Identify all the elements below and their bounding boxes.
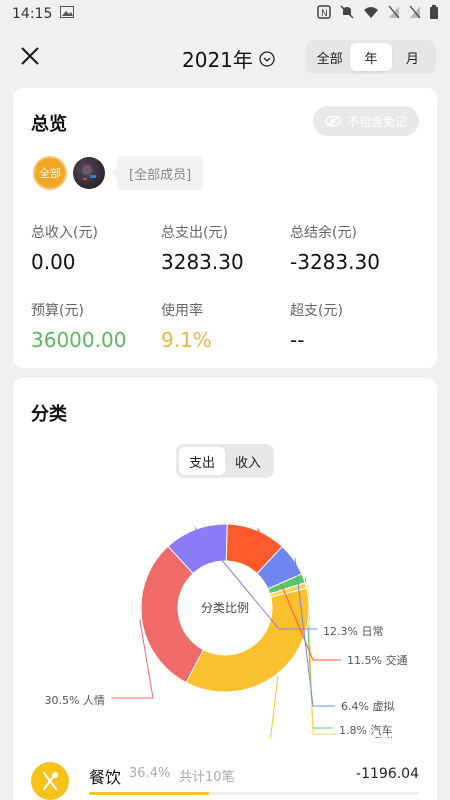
stat-income-value: 0.00: [31, 250, 76, 274]
category-title: 分类: [31, 404, 67, 425]
year-selector[interactable]: 2021年: [182, 44, 275, 73]
signal-icon-2: [409, 5, 421, 23]
battery-icon: [430, 5, 438, 23]
category-progress-fill: [89, 792, 210, 795]
stat-budget-label: 预算(元): [31, 303, 84, 319]
chevron-down-icon: [259, 50, 275, 67]
stat-budget-value: 36000.00: [31, 328, 127, 352]
stat-over-value: --: [290, 328, 305, 352]
category-percent: 36.4%: [129, 766, 171, 781]
stat-balance-label: 总结余(元): [290, 225, 357, 241]
stat-over: 超支(元) --: [290, 300, 420, 352]
donut-leader-line: [307, 584, 337, 735]
year-label: 2021年: [182, 48, 253, 72]
stat-budget: 预算(元) 36000.00: [31, 300, 161, 352]
top-bar: 2021年 全部 年 月: [0, 34, 450, 80]
wifi-icon: [363, 5, 379, 23]
nfc-icon: N: [317, 5, 331, 23]
signal-icon-1: [388, 5, 400, 23]
donut-center-label: 分类比例: [201, 601, 249, 615]
utensils-icon: [31, 762, 69, 800]
tab-expense[interactable]: 支出: [179, 447, 225, 475]
stat-balance: 总结余(元) -3283.30: [290, 222, 420, 274]
category-row-food[interactable]: 餐饮 36.4% 共计10笔 -1196.04: [13, 750, 437, 800]
donut-label: 1.8% 汽车: [339, 723, 392, 737]
category-name: 餐饮: [89, 768, 122, 787]
donut-label: 1.1% 购物: [343, 735, 396, 738]
status-time: 14:15: [12, 6, 53, 22]
tab-all[interactable]: 全部: [309, 43, 350, 71]
eye-off-icon: [325, 115, 341, 127]
donut-label: 11.5% 交通: [347, 653, 407, 667]
stat-balance-value: -3283.30: [290, 250, 380, 274]
tab-year[interactable]: 年: [350, 43, 392, 71]
exempt-toggle-button[interactable]: 不包含免记: [312, 106, 419, 136]
gallery-icon: [60, 6, 75, 22]
tab-month[interactable]: 月: [392, 43, 433, 71]
category-card: 分类 支出 收入 1.8% 汽车1.1% 购物 36.4% 餐饮 30.5% 人情 1…: [13, 378, 437, 800]
stat-expense-label: 总支出(元): [161, 225, 228, 241]
avatar[interactable]: [73, 157, 105, 189]
tab-income[interactable]: 收入: [225, 447, 271, 475]
svg-text:N: N: [321, 9, 328, 19]
stat-usage-label: 使用率: [161, 303, 203, 319]
period-tabs: 全部 年 月: [306, 40, 436, 74]
close-button[interactable]: [16, 42, 44, 70]
overview-title: 总览: [31, 114, 67, 135]
exempt-label: 不包含免记: [346, 114, 407, 129]
members-tip: [全部成员]: [110, 156, 204, 190]
stat-usage: 使用率 9.1%: [161, 300, 291, 352]
status-bar: 14:15 N: [0, 0, 450, 28]
donut-leader-line: [270, 675, 279, 738]
overview-card: 总览 不包含免记 全部 [全部成员] 总收入(元) 0.00 总支出(元) 32…: [13, 88, 437, 368]
stat-income-label: 总收入(元): [31, 225, 98, 241]
donut-label: 12.3% 日常: [323, 625, 383, 638]
category-count: 共计10笔: [179, 770, 235, 785]
avatar-all-members[interactable]: 全部: [33, 156, 67, 190]
category-amount: -1196.04: [356, 766, 419, 782]
stat-usage-value: 9.1%: [161, 328, 212, 352]
stat-over-label: 超支(元): [290, 303, 343, 319]
donut-label: 6.4% 虚拟: [341, 699, 394, 713]
mute-icon: [340, 5, 354, 23]
donut-label: 30.5% 人情: [45, 694, 105, 707]
category-progress-bar: [89, 792, 419, 795]
stat-expense: 总支出(元) 3283.30: [161, 222, 291, 274]
member-selector: 全部 [全部成员]: [33, 156, 204, 190]
close-icon: [21, 47, 39, 65]
expense-income-toggle: 支出 收入: [176, 444, 274, 478]
category-donut-chart: 1.8% 汽车1.1% 购物36.4% 餐饮30.5% 人情12.3% 日常11…: [45, 523, 407, 738]
stat-expense-value: 3283.30: [161, 250, 244, 274]
stat-income: 总收入(元) 0.00: [31, 222, 161, 274]
